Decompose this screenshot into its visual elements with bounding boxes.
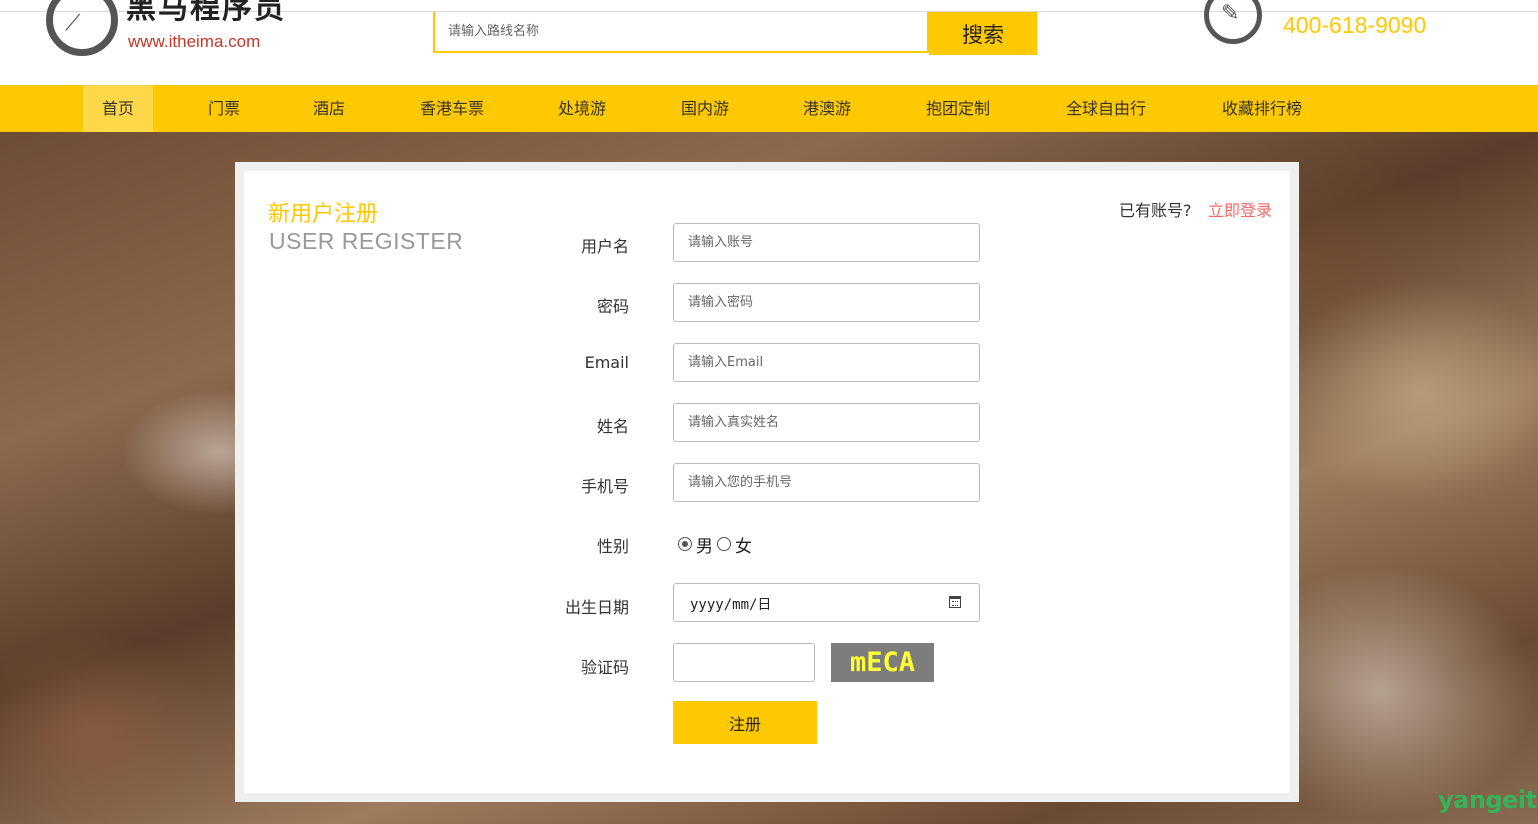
username-field-box [673,223,980,262]
nav-item-abroad-tour[interactable]: 处境游 [546,85,618,132]
gender-male-radio[interactable] [678,537,692,551]
nav-item-group-custom[interactable]: 抱团定制 [916,85,1000,132]
search-button[interactable]: 搜索 [929,12,1037,55]
register-submit-button[interactable]: 注册 [673,701,817,744]
password-input[interactable] [674,284,979,321]
birthday-placeholder: yyyy/mm/日 [690,597,772,613]
gender-label: 性别 [596,537,629,556]
register-title-cn: 新用户注册 [268,202,379,227]
watermark-logo: yangeit [1438,786,1537,814]
email-input[interactable] [674,344,979,381]
logo-brand-text: 黑马程序员 [126,0,286,26]
gender-radio-group: 男 女 [678,534,752,557]
captcha-label: 验证码 [580,658,629,677]
captcha-field-box [673,643,815,682]
nav-item-hk-bus-tickets[interactable]: 香港车票 [410,85,494,132]
logo-url-text: www.itheima.com [128,32,261,51]
captcha-image[interactable]: mECA [831,643,934,682]
has-account-text: 已有账号? [1119,201,1192,220]
realname-label: 姓名 [596,417,629,436]
hotline-number: 400-618-9090 [1283,12,1427,38]
nav-item-hk-macau-tour[interactable]: 港澳游 [791,85,863,132]
phone-input[interactable] [674,464,979,501]
main-nav: 首页 门票 酒店 香港车票 处境游 国内游 港澳游 抱团定制 全球自由行 收藏排… [0,85,1538,132]
password-label: 密码 [596,297,629,316]
phone-icon [1204,0,1262,44]
register-title-en: USER REGISTER [269,228,464,254]
gender-female-radio[interactable] [717,537,731,551]
site-logo[interactable]: 黑马程序员 www.itheima.com [46,0,306,59]
gender-female-label: 女 [735,536,752,557]
captcha-input[interactable] [674,644,814,681]
birthday-label: 出生日期 [564,598,629,617]
nav-item-hotels[interactable]: 酒店 [294,85,364,132]
logo-emblem-icon [46,0,118,56]
login-link[interactable]: 立即登录 [1208,197,1272,221]
nav-item-domestic-tour[interactable]: 国内游 [669,85,741,132]
search-box [433,12,929,53]
search-input[interactable] [435,12,927,51]
phone-field-box [673,463,980,502]
email-field-box [673,343,980,382]
realname-input[interactable] [674,404,979,441]
nav-item-favorites-ranking[interactable]: 收藏排行榜 [1212,85,1312,132]
nav-item-home[interactable]: 首页 [83,85,153,132]
nav-item-tickets[interactable]: 门票 [189,85,259,132]
password-field-box [673,283,980,322]
realname-field-box [673,403,980,442]
calendar-icon[interactable] [949,596,961,608]
site-header: 黑马程序员 www.itheima.com 搜索 400-618-9090 [0,0,1538,85]
birthday-input[interactable]: yyyy/mm/日 [673,583,980,622]
username-input[interactable] [674,224,979,261]
gender-male-label: 男 [696,536,713,557]
email-label: Email [584,353,629,372]
username-label: 用户名 [580,237,629,256]
nav-item-global-free-travel[interactable]: 全球自由行 [1057,85,1155,132]
phone-label: 手机号 [580,477,629,496]
